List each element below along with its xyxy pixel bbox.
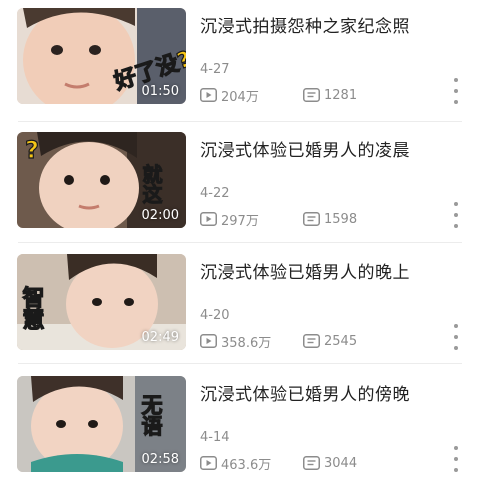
more-vertical-icon[interactable] [450, 78, 462, 104]
divider [18, 242, 462, 243]
publish-date: 4-14 [200, 430, 230, 445]
view-count: 204万 [200, 86, 259, 105]
comment-count: 1598 [303, 210, 357, 228]
more-vertical-icon[interactable] [450, 202, 462, 228]
video-title[interactable]: 沉浸式拍摄怨种之家纪念照 [200, 12, 410, 37]
video-thumbnail[interactable]: 无语 02:58 [17, 376, 186, 472]
comment-icon [303, 88, 320, 102]
video-title[interactable]: 沉浸式体验已婚男人的晚上 [200, 258, 410, 283]
view-count-label: 204万 [221, 89, 259, 105]
video-thumbnail[interactable]: ? 就这 02:00 [17, 132, 186, 228]
video-item[interactable]: 好了没? 01:50 沉浸式拍摄怨种之家纪念照 4-27 204万 1281 [0, 0, 480, 122]
sticker-text: 无语 [139, 394, 163, 437]
duration-label: 02:49 [141, 330, 179, 345]
video-item[interactable]: ? 就这 02:00 沉浸式体验已婚男人的凌晨 4-22 297万 1598 [0, 124, 480, 246]
video-thumbnail[interactable]: 好了没? 01:50 [17, 8, 186, 104]
publish-date: 4-20 [200, 308, 230, 323]
play-icon [200, 88, 217, 102]
sticker-text: ? [25, 136, 39, 164]
video-title[interactable]: 沉浸式体验已婚男人的凌晨 [200, 136, 410, 161]
video-item[interactable]: 无语 02:58 沉浸式体验已婚男人的傍晚 4-14 463.6万 3044 [0, 368, 480, 482]
video-thumbnail[interactable]: 智慧 02:49 [17, 254, 186, 350]
play-icon [200, 212, 217, 226]
comment-count-label: 2545 [324, 333, 358, 349]
comment-count-label: 3044 [324, 455, 358, 471]
sticker-text-2: 就这 [139, 163, 163, 204]
more-vertical-icon[interactable] [450, 324, 462, 350]
comment-icon [303, 334, 320, 348]
video-title[interactable]: 沉浸式体验已婚男人的傍晚 [200, 380, 410, 405]
publish-date: 4-22 [200, 186, 230, 201]
view-count: 297万 [200, 210, 259, 229]
view-count-label: 358.6万 [221, 335, 272, 351]
divider [18, 363, 462, 364]
video-list: 好了没? 01:50 沉浸式拍摄怨种之家纪念照 4-27 204万 1281 ?… [0, 0, 480, 482]
video-item[interactable]: 智慧 02:49 沉浸式体验已婚男人的晚上 4-20 358.6万 2545 [0, 246, 480, 368]
duration-label: 02:58 [141, 452, 179, 467]
view-count: 463.6万 [200, 454, 272, 473]
comment-count-label: 1281 [324, 87, 358, 103]
divider [18, 121, 462, 122]
comment-count-label: 1598 [324, 211, 358, 227]
view-count-label: 297万 [221, 213, 259, 229]
comment-count: 2545 [303, 332, 357, 350]
view-count: 358.6万 [200, 332, 272, 351]
play-icon [200, 334, 217, 348]
publish-date: 4-27 [200, 62, 230, 77]
duration-label: 01:50 [141, 84, 179, 99]
more-vertical-icon[interactable] [450, 446, 462, 472]
view-count-label: 463.6万 [221, 457, 272, 473]
play-icon [200, 456, 217, 470]
comment-count: 3044 [303, 454, 357, 472]
comment-count: 1281 [303, 86, 357, 104]
comment-icon [303, 212, 320, 226]
duration-label: 02:00 [141, 208, 179, 223]
comment-icon [303, 456, 320, 470]
sticker-text: 智慧 [19, 285, 45, 330]
